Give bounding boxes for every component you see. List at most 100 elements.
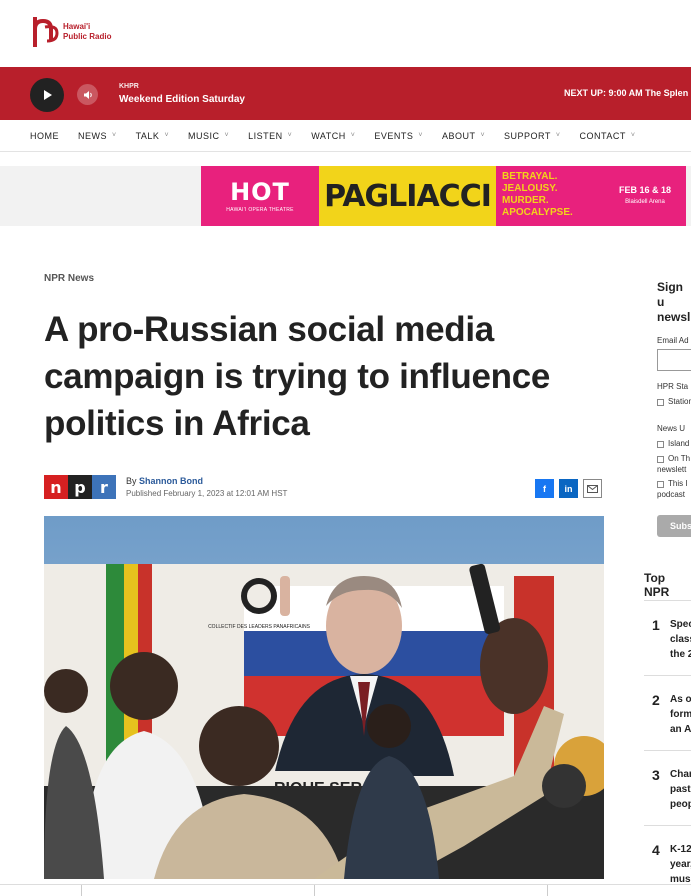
checkbox-icon: [657, 440, 664, 448]
top-story-item[interactable]: 3 Char past peop: [644, 750, 691, 825]
top-story-number: 1: [652, 617, 660, 633]
by-prefix: By: [126, 476, 140, 486]
npr-letter: n: [44, 475, 68, 499]
article-photo[interactable]: COLLECTIF DES LEADERS PANAFRICAINS RIQUE…: [44, 516, 604, 879]
byline-text: By Shannon Bond Published February 1, 20…: [126, 476, 287, 498]
ad-date-block: FEB 16 & 18 Blaisdell Arena: [604, 166, 686, 226]
this-i-checkbox[interactable]: This I: [657, 479, 688, 489]
email-icon[interactable]: [583, 479, 602, 498]
logo-line-1: Hawai'i: [63, 22, 91, 31]
npr-letter: p: [68, 475, 92, 499]
linkedin-icon[interactable]: in: [559, 479, 578, 498]
chevron-down-icon: ˅: [112, 132, 117, 139]
top-story-item[interactable]: 4 K-12 year, mus: [644, 825, 691, 885]
chevron-down-icon: ˅: [555, 132, 561, 139]
island-checkbox[interactable]: Island: [657, 439, 689, 449]
chevron-down-icon: ˅: [630, 132, 636, 139]
volume-button[interactable]: [77, 84, 98, 105]
subscribe-button[interactable]: Subs: [657, 515, 691, 537]
nav-item-support[interactable]: SUPPORT ˅: [504, 131, 560, 141]
top-story-number: 2: [652, 692, 660, 708]
top-story-line: peop: [670, 799, 691, 810]
nav-label: ABOUT: [441, 130, 476, 141]
top-story-line: year,: [670, 859, 691, 870]
chevron-down-icon: ˅: [224, 132, 230, 139]
logo-text: Hawai'i Public Radio: [63, 22, 111, 42]
nav-label: SUPPORT: [504, 130, 551, 141]
top-story-line: Spec: [670, 619, 691, 630]
on-the-checkbox[interactable]: On Th: [657, 454, 690, 464]
chevron-down-icon: ˅: [418, 132, 423, 139]
play-icon: [44, 90, 52, 100]
play-button[interactable]: [30, 78, 64, 112]
nav-item-about[interactable]: ABOUT ˅: [442, 131, 485, 141]
chevron-down-icon: ˅: [480, 132, 486, 139]
ad-date: FEB 16 & 18: [618, 185, 672, 195]
email-label: Email Ad: [657, 336, 689, 345]
checkbox-icon: [657, 398, 664, 406]
nav-item-home[interactable]: HOME: [30, 131, 59, 141]
photo-illustration: COLLECTIF DES LEADERS PANAFRICAINS RIQUE…: [44, 516, 604, 879]
ad-tagline-line: APOCALYPSE.: [502, 207, 573, 218]
chevron-down-icon: ˅: [164, 132, 170, 139]
top-story-title: As o form an A: [670, 692, 691, 737]
ad-tagline: BETRAYAL. JEALOUSY. MURDER. APOCALYPSE.: [496, 166, 604, 226]
pagliacci-ad[interactable]: HOT HAWAI'I OPERA THEATRE PAGLIACCI BETR…: [201, 166, 686, 226]
nav-item-news[interactable]: NEWS ˅: [78, 131, 117, 141]
email-field[interactable]: [657, 349, 691, 371]
newsletter-title-line: newsl: [657, 310, 691, 324]
checkbox-label: This I: [668, 479, 688, 488]
ad-hot-subtitle: HAWAI'I OPERA THEATRE: [226, 207, 294, 213]
volume-icon: [83, 90, 92, 99]
article-headline: A pro-Russian social media campaign is t…: [44, 310, 551, 443]
top-story-title: K-12 year, mus: [670, 842, 691, 887]
audio-player: KHPR Weekend Edition Saturday NEXT UP: 9…: [0, 67, 691, 120]
show-name[interactable]: Weekend Edition Saturday: [119, 94, 245, 105]
nav-item-contact[interactable]: CONTACT ˅: [579, 131, 635, 141]
main-nav: HOME NEWS ˅ TALK ˅ MUSIC ˅ LISTEN ˅ WATCH ˅ E…: [0, 120, 691, 152]
nav-label: MUSIC: [188, 130, 220, 141]
article-kicker[interactable]: NPR News: [44, 273, 94, 284]
npr-logo: n p r: [44, 475, 116, 499]
ad-hot-logo: HOT HAWAI'I OPERA THEATRE: [201, 166, 319, 226]
checkbox-label-cont: newslett: [657, 465, 687, 474]
npr-letter: r: [92, 475, 116, 499]
top-story-line: As o: [670, 694, 691, 705]
ad-tagline-line: JEALOUSY.: [502, 183, 558, 194]
top-story-item[interactable]: 2 As o form an A: [644, 675, 691, 750]
nav-item-music[interactable]: MUSIC ˅: [188, 131, 229, 141]
hpr-station-label: HPR Sta: [657, 382, 689, 391]
checkbox-icon: [657, 480, 664, 488]
top-story-number: 3: [652, 767, 660, 783]
news-updates-label: News U: [657, 424, 686, 433]
hpr-station-checkbox[interactable]: Station: [657, 397, 691, 407]
divider: [547, 885, 548, 896]
ad-tagline-line: BETRAYAL.: [502, 171, 558, 182]
facebook-icon[interactable]: f: [535, 479, 554, 498]
byline: n p r By Shannon Bond Published February…: [44, 475, 287, 499]
ad-title: PAGLIACCI: [319, 166, 496, 226]
checkbox-label-cont: podcast: [657, 490, 686, 499]
banner-logo-text: COLLECTIF DES LEADERS PANAFRICAINS: [208, 624, 311, 630]
newsletter-title-line: Sign u: [657, 280, 683, 309]
nav-item-watch[interactable]: WATCH ˅: [311, 131, 355, 141]
nav-label: TALK: [135, 130, 160, 141]
ad-tagline-line: MURDER.: [502, 195, 549, 206]
divider: [314, 885, 315, 896]
nav-item-talk[interactable]: TALK ˅: [136, 131, 169, 141]
top-story-title: Spec class the 2: [670, 617, 691, 662]
nav-label: LISTEN: [248, 130, 283, 141]
bottom-bar: [0, 884, 691, 896]
author-link[interactable]: Shannon Bond: [139, 476, 203, 486]
ad-venue: Blaisdell Arena: [625, 199, 665, 205]
nav-item-listen[interactable]: LISTEN ˅: [248, 131, 292, 141]
ad-band: HOT HAWAI'I OPERA THEATRE PAGLIACCI BETR…: [0, 166, 691, 226]
nav-item-events[interactable]: EVENTS ˅: [374, 131, 423, 141]
next-up-text[interactable]: NEXT UP: 9:00 AM The Splen: [564, 88, 688, 98]
ad-hot-text: HOT: [230, 178, 290, 206]
chevron-down-icon: ˅: [287, 132, 293, 139]
nav-label: WATCH: [311, 130, 346, 141]
hpr-logo[interactable]: Hawai'i Public Radio: [33, 15, 111, 49]
top-story-item[interactable]: 1 Spec class the 2: [644, 600, 691, 675]
station-name: KHPR: [119, 83, 139, 90]
